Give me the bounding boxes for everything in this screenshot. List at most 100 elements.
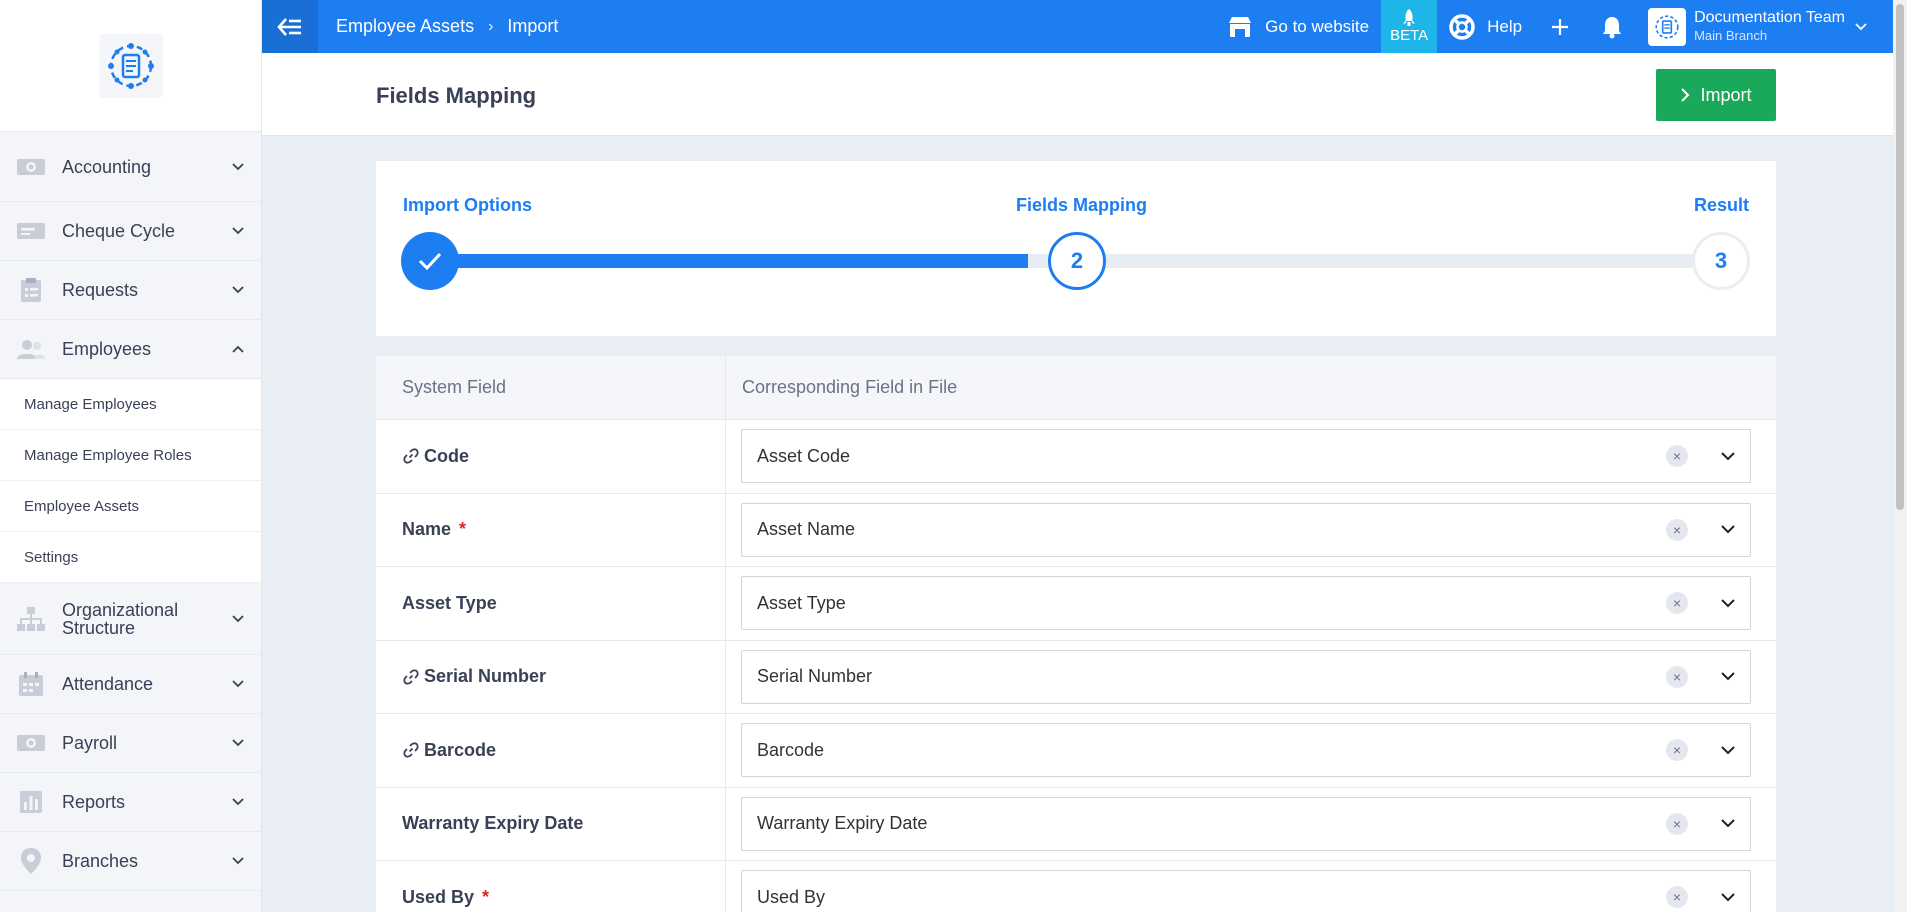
add-button[interactable] [1534,0,1586,53]
field-select[interactable]: Asset Name × [741,502,1751,557]
system-field-cell: Code [376,420,726,493]
breadcrumb-employee-assets[interactable]: Employee Assets [336,16,474,37]
clear-icon[interactable]: × [1666,665,1688,688]
system-field-cell: Used By * [376,861,726,912]
header-corresponding-field: Corresponding Field in File [742,377,958,397]
field-select[interactable]: Asset Type × [741,576,1751,631]
dropdown-toggle[interactable] [1706,724,1750,776]
dropdown-toggle[interactable] [1706,504,1750,556]
rocket-icon [1403,9,1416,26]
sidebar-item-payroll[interactable]: Payroll [0,714,261,773]
step-3-circle: 3 [1692,232,1750,290]
sidebar-item-label: Requests [62,280,139,300]
import-button-label: Import [1700,84,1752,105]
calendar-icon [16,671,46,697]
collapse-arrow-icon [277,17,301,36]
system-field-cell: Warranty Expiry Date [376,787,726,860]
submenu-item-settings[interactable]: Settings [0,532,261,583]
table-row: Warranty Expiry Date Warranty Expiry Date… [376,787,1776,861]
sidebar-item-employees[interactable]: Employees [0,320,261,379]
clear-icon[interactable]: × [1666,812,1688,835]
submenu-item-employee-assets[interactable]: Employee Assets [0,481,261,532]
lifebuoy-icon [1449,13,1475,40]
corresponding-field-cell: Asset Type × [726,567,1776,640]
header-system-field: System Field [376,356,726,419]
link-icon [403,448,419,464]
sidebar-item-reports[interactable]: Reports [0,773,261,832]
chevron-down-icon [1721,525,1735,534]
company-logo[interactable] [98,33,163,98]
submenu-item-manage-employee-roles[interactable]: Manage Employee Roles [0,430,261,481]
sidebar-toggle-button[interactable] [262,0,318,53]
help-link[interactable]: Help [1437,0,1534,53]
chevron-up-icon [231,342,245,356]
step-1-circle[interactable] [401,232,459,290]
clear-icon[interactable]: × [1666,886,1688,909]
avatar [1648,7,1687,46]
sidebar-item-label: Employees [62,339,152,359]
dropdown-toggle[interactable] [1706,798,1750,850]
logo-area [0,0,261,132]
store-icon [1229,16,1252,37]
table-row: Used By * Used By × [376,861,1776,912]
submenu-item-manage-employees[interactable]: Manage Employees [0,379,261,430]
field-select-value: Asset Code [757,445,851,466]
import-button[interactable]: Import [1656,69,1776,121]
scrollbar-thumb[interactable] [1896,4,1904,510]
dropdown-toggle[interactable] [1706,871,1750,912]
bar-chart-icon [16,789,46,815]
dropdown-toggle[interactable] [1706,651,1750,703]
field-select[interactable]: Barcode × [741,723,1751,778]
sidebar-item-accounting[interactable]: Accounting [0,132,261,202]
clear-icon[interactable]: × [1666,592,1688,615]
sidebar-item-label: Reports [62,792,126,812]
field-select[interactable]: Serial Number × [741,649,1751,704]
notifications-button[interactable] [1586,0,1638,53]
user-menu[interactable]: Documentation Team Main Branch [1638,0,1877,53]
topbar-actions: Go to website BETA Help Documentation Te… [1215,0,1907,53]
system-field-cell: Serial Number [376,640,726,713]
chevron-down-icon [231,224,245,238]
check-icon [418,252,442,271]
map-pin-icon [16,848,46,874]
dropdown-toggle[interactable] [1706,430,1750,482]
sidebar-item-organizational-structure[interactable]: Organizational Structure [0,583,261,655]
field-select-value: Asset Type [757,592,846,613]
employees-submenu: Manage Employees Manage Employee Roles E… [0,379,261,583]
clear-icon[interactable]: × [1666,518,1688,541]
dropdown-toggle[interactable] [1706,577,1750,629]
money-icon [16,154,46,180]
clipboard-icon [16,277,46,303]
field-select[interactable]: Warranty Expiry Date × [741,796,1751,851]
table-header: System Field Corresponding Field in File [376,356,1776,420]
system-field-cell: Asset Type [376,567,726,640]
sidebar-item-label: Attendance [62,674,154,694]
system-field-cell: Barcode [376,714,726,787]
field-select[interactable]: Used By × [741,870,1751,912]
import-stepper: Import Options Fields Mapping Result 2 3 [376,161,1776,336]
clear-icon[interactable]: × [1666,445,1688,468]
system-field-label: Used By [402,886,475,907]
help-label: Help [1487,16,1523,36]
corresponding-field-cell: Barcode × [726,714,1776,787]
users-icon [16,336,46,362]
sidebar-item-branches[interactable]: Branches [0,832,261,891]
sidebar-item-cheque-cycle[interactable]: Cheque Cycle [0,202,261,261]
system-field-label: Serial Number [424,666,547,687]
system-field-label: Code [424,445,469,466]
step-label-import-options[interactable]: Import Options [403,195,532,216]
corresponding-field-cell: Warranty Expiry Date × [726,788,1776,861]
clear-icon[interactable]: × [1666,739,1688,762]
field-select-value: Barcode [757,739,825,760]
breadcrumb: Employee Assets › Import [318,16,558,37]
chevron-down-icon [1721,893,1735,902]
field-select[interactable]: Asset Code × [741,429,1751,484]
page-scrollbar[interactable] [1893,0,1907,912]
beta-button[interactable]: BETA [1381,0,1438,53]
sidebar-item-requests[interactable]: Requests [0,261,261,320]
sidebar-item-attendance[interactable]: Attendance [0,655,261,714]
beta-label: BETA [1390,27,1429,44]
link-icon [403,669,419,685]
go-to-website-link[interactable]: Go to website [1215,0,1381,53]
plus-icon [1552,18,1569,35]
